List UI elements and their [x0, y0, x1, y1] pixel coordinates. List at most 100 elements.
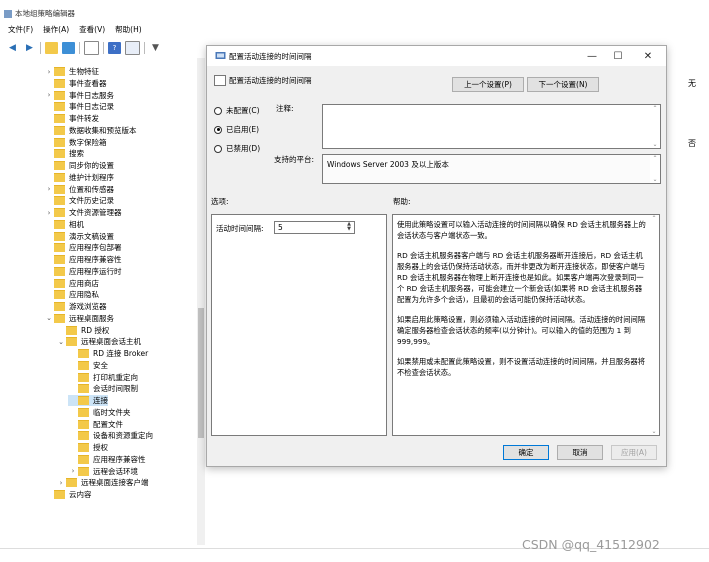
- spin-arrows-icon[interactable]: ▲ ▼: [345, 222, 353, 233]
- tree-item[interactable]: 安全: [68, 360, 108, 371]
- interval-spinbox[interactable]: 5 ▲ ▼: [274, 221, 355, 234]
- expand-chevron-icon[interactable]: ›: [44, 68, 54, 76]
- tree-item[interactable]: 应用程序兼容性: [44, 254, 122, 265]
- radio-label: 已启用(E): [226, 125, 260, 134]
- tree-item[interactable]: › 远程会话环境: [68, 466, 138, 477]
- show-tree-icon[interactable]: [62, 42, 75, 54]
- tree-scrollbar[interactable]: [197, 58, 205, 545]
- expand-chevron-icon[interactable]: ⌄: [56, 338, 66, 346]
- folder-icon: [54, 149, 65, 159]
- tree-item[interactable]: 搜索: [44, 148, 84, 159]
- cancel-button[interactable]: 取消: [557, 445, 603, 460]
- tree-item[interactable]: 游戏浏览器: [44, 301, 107, 312]
- tree-item[interactable]: 演示文稿设置: [44, 231, 114, 242]
- expand-chevron-icon[interactable]: ›: [56, 479, 66, 487]
- expand-chevron-icon[interactable]: ›: [44, 91, 54, 99]
- tree-item[interactable]: 数字保险箱: [44, 137, 107, 148]
- tree-item[interactable]: › 位置和传感器: [44, 184, 114, 195]
- menu-help[interactable]: 帮助(H): [115, 24, 142, 35]
- forward-arrow-icon[interactable]: ▶: [23, 42, 36, 54]
- interval-value[interactable]: 5: [278, 223, 283, 232]
- folder-icon: [78, 466, 89, 476]
- tree-item[interactable]: 打印机重定向: [68, 372, 138, 383]
- filter-icon[interactable]: ▼: [149, 42, 162, 54]
- app-icon: [4, 9, 12, 18]
- options-panel: 活动时间间隔: 5 ▲ ▼: [211, 214, 387, 436]
- properties-icon[interactable]: [125, 41, 140, 55]
- policy-dialog: 配置活动连接的时间间隔 — ☐ ✕ 配置活动连接的时间间隔 上一个设置(P) 下…: [206, 45, 667, 467]
- tree-item[interactable]: 应用程序运行时: [44, 266, 122, 277]
- right-pane-fragment: 无: [688, 79, 696, 88]
- tree-item-label: 打印机重定向: [93, 372, 138, 382]
- tree-item[interactable]: 授权: [68, 442, 108, 453]
- radio-circle[interactable]: [214, 106, 222, 115]
- tree-item[interactable]: 应用商店: [44, 278, 99, 289]
- help-scrollbar[interactable]: ⌃ ⌄: [649, 215, 659, 435]
- maximize-icon[interactable]: ☐: [605, 48, 631, 64]
- tree-item[interactable]: 临时文件夹: [68, 407, 131, 418]
- previous-setting-button[interactable]: 上一个设置(P): [452, 77, 524, 92]
- tree-item[interactable]: 事件查看器: [44, 78, 107, 89]
- folder-up-icon[interactable]: [45, 42, 58, 54]
- scrollbar-thumb[interactable]: [198, 308, 204, 438]
- tree-item[interactable]: 维护计划程序: [44, 172, 114, 183]
- ok-button[interactable]: 确定: [503, 445, 549, 460]
- tree-item[interactable]: › 文件资源管理器: [44, 207, 122, 218]
- menu-file[interactable]: 文件(F): [8, 24, 33, 35]
- expand-chevron-icon[interactable]: ›: [44, 185, 54, 193]
- tree-item-label: 会话时间限制: [93, 384, 138, 394]
- comment-scrollbar[interactable]: ⌃ ⌄: [650, 105, 660, 148]
- expand-chevron-icon[interactable]: ›: [44, 209, 54, 217]
- folder-icon: [54, 278, 65, 288]
- export-list-icon[interactable]: [84, 41, 99, 55]
- folder-icon: [54, 184, 65, 194]
- help-icon[interactable]: ?: [108, 42, 121, 54]
- menu-view[interactable]: 查看(V): [79, 24, 105, 35]
- tree-item[interactable]: RD 授权: [56, 325, 109, 336]
- tree-item-label: 游戏浏览器: [69, 302, 107, 311]
- tree-item[interactable]: ⌄ 远程桌面服务: [44, 313, 114, 324]
- tree-item[interactable]: 文件历史记录: [44, 195, 114, 206]
- back-arrow-icon[interactable]: ◀: [6, 42, 19, 54]
- tree-item[interactable]: 设备和资源重定向: [68, 430, 153, 441]
- tree-item[interactable]: 事件转发: [44, 113, 99, 124]
- toolbar-divider: [79, 42, 80, 54]
- tree-item[interactable]: 连接: [68, 395, 108, 406]
- tree-item[interactable]: 会话时间限制: [68, 383, 138, 394]
- policy-icon: [215, 50, 226, 61]
- radio-not-configured[interactable]: 未配置(C): [214, 105, 260, 116]
- tree-item[interactable]: 数据收集和预览版本: [44, 125, 137, 136]
- radio-circle[interactable]: [214, 144, 222, 153]
- radio-disabled[interactable]: 已禁用(D): [214, 143, 260, 154]
- minimize-icon[interactable]: —: [579, 48, 605, 64]
- apply-button[interactable]: 应用(A): [611, 445, 657, 460]
- folder-icon: [54, 266, 65, 276]
- radio-enabled[interactable]: 已启用(E): [214, 124, 259, 135]
- tree-item[interactable]: › 远程桌面连接客户端: [56, 477, 149, 488]
- menu-action[interactable]: 操作(A): [43, 24, 69, 35]
- tree-item-label: 位置和传感器: [69, 184, 114, 194]
- expand-chevron-icon[interactable]: ⌄: [44, 314, 54, 322]
- tree-item[interactable]: ⌄ 远程桌面会话主机: [56, 336, 141, 347]
- close-icon[interactable]: ✕: [635, 48, 661, 64]
- dialog-title: 配置活动连接的时间间隔: [229, 52, 312, 61]
- folder-icon: [78, 419, 89, 429]
- menu-bar: 文件(F) 操作(A) 查看(V) 帮助(H): [8, 24, 142, 35]
- right-pane-fragment: 否: [688, 139, 696, 148]
- radio-circle[interactable]: [214, 125, 222, 134]
- tree-item[interactable]: › 事件日志服务: [44, 90, 114, 101]
- tree-item[interactable]: 应用程序兼容性: [68, 454, 146, 465]
- tree-item[interactable]: 应用程序包部署: [44, 242, 122, 253]
- tree-item[interactable]: 事件日志记录: [44, 101, 114, 112]
- expand-chevron-icon[interactable]: ›: [68, 467, 78, 475]
- tree-item[interactable]: 云内容: [44, 489, 92, 500]
- platform-scrollbar[interactable]: ⌃ ⌄: [650, 155, 660, 183]
- comment-textarea[interactable]: ⌃ ⌄: [322, 104, 661, 149]
- tree-item[interactable]: › 生物特征: [44, 66, 99, 77]
- tree-item[interactable]: 配置文件: [68, 419, 123, 430]
- tree-item[interactable]: 应用隐私: [44, 289, 99, 300]
- tree-item[interactable]: 相机: [44, 219, 84, 230]
- tree-item[interactable]: 同步你的设置: [44, 160, 114, 171]
- next-setting-button[interactable]: 下一个设置(N): [527, 77, 599, 92]
- tree-item[interactable]: RD 连接 Broker: [68, 348, 148, 359]
